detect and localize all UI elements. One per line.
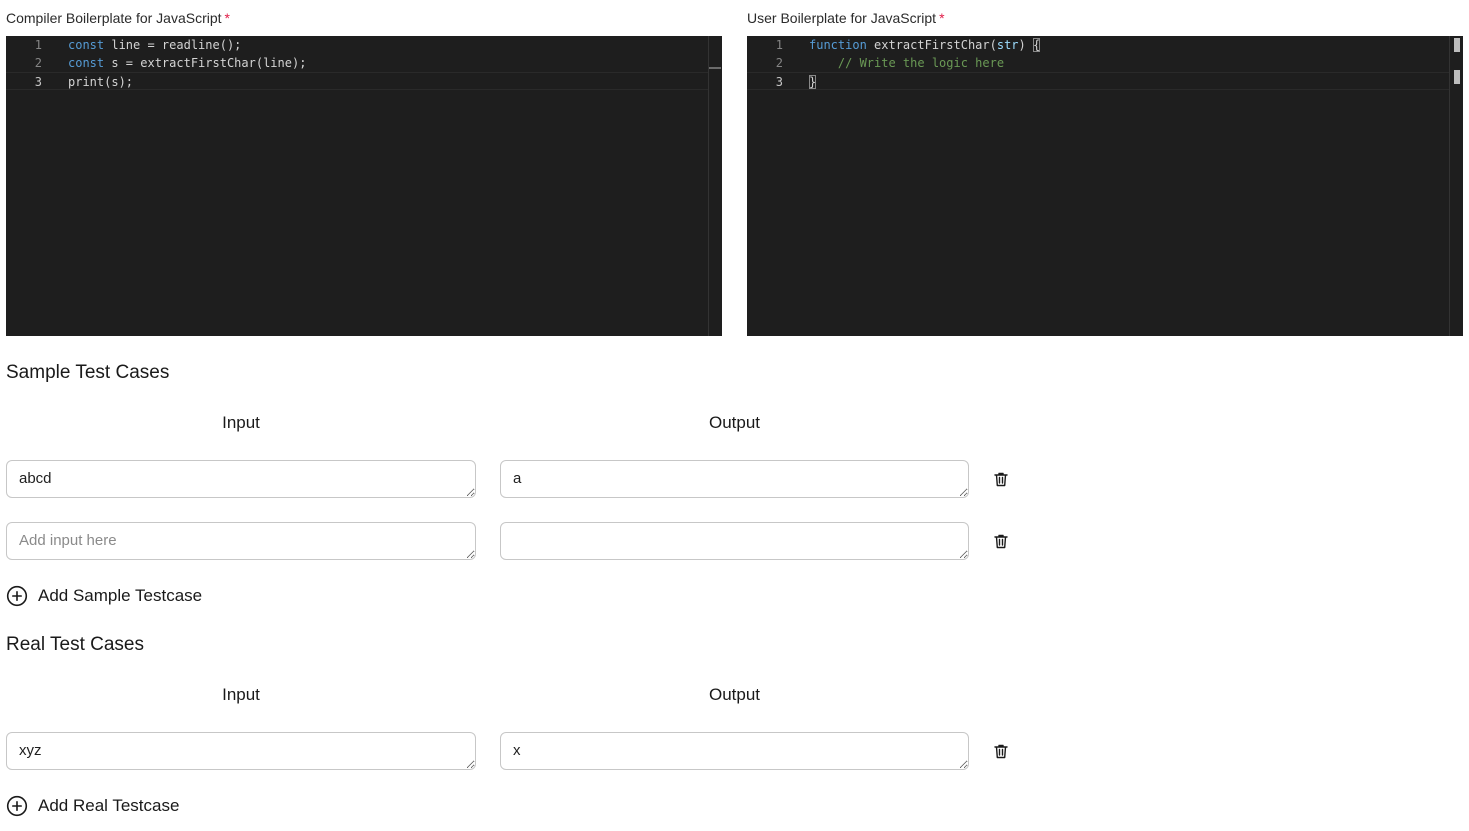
code-token: s = extractFirstChar(line); bbox=[104, 56, 307, 70]
required-mark: * bbox=[224, 10, 230, 26]
add-sample-testcase-button[interactable]: Add Sample Testcase bbox=[6, 585, 202, 607]
plus-circle-icon bbox=[6, 585, 28, 607]
code-token: line = readline(); bbox=[104, 38, 242, 52]
code-token: // Write the logic here bbox=[809, 56, 1005, 70]
editor-scrollbar[interactable] bbox=[708, 36, 722, 336]
line-number: 2 bbox=[34, 56, 42, 70]
compiler-editor-label: Compiler Boilerplate for JavaScript * bbox=[6, 10, 230, 26]
real-input-field[interactable] bbox=[6, 732, 476, 770]
trash-icon bbox=[994, 534, 1008, 548]
code-token: str bbox=[996, 38, 1019, 52]
code-line[interactable]: 2 const s = extractFirstChar(line); bbox=[6, 54, 708, 72]
line-number: 2 bbox=[775, 56, 783, 70]
real-output-header: Output bbox=[708, 685, 761, 704]
code-token: { bbox=[1032, 38, 1041, 52]
code-line[interactable]: 1 function extractFirstChar(str) { bbox=[747, 36, 1449, 54]
add-sample-testcase-label: Add Sample Testcase bbox=[38, 586, 203, 605]
line-number: 3 bbox=[775, 75, 783, 89]
compiler-code-editor[interactable]: 1 const line = readline(); 2 const s = extr… bbox=[6, 36, 722, 336]
code-text: function extractFirstChar(str) { bbox=[809, 36, 1041, 54]
code-token: function bbox=[809, 38, 867, 52]
sample-tests-title: Sample Test Cases bbox=[6, 362, 170, 383]
overview-ruler-mark bbox=[1454, 38, 1460, 52]
trash-icon bbox=[994, 744, 1008, 758]
code-line[interactable]: 2 // Write the logic here bbox=[747, 54, 1449, 72]
sample-row-1-input-wrap bbox=[6, 460, 476, 503]
sample-input-field[interactable] bbox=[6, 460, 476, 498]
scrollbar-thumb[interactable] bbox=[709, 67, 721, 69]
code-text: const s = extractFirstChar(line); bbox=[68, 54, 306, 72]
line-number: 3 bbox=[34, 75, 42, 89]
code-token: ) bbox=[1018, 38, 1033, 52]
sample-input-field[interactable] bbox=[6, 522, 476, 560]
code-line[interactable]: 1 const line = readline(); bbox=[6, 36, 708, 54]
code-line[interactable]: 3 print(s); bbox=[6, 72, 708, 90]
line-number: 1 bbox=[34, 38, 42, 52]
sample-output-header: Output bbox=[708, 413, 761, 432]
code-token: const bbox=[68, 56, 105, 70]
delete-real-testcase-button[interactable] bbox=[992, 742, 1010, 760]
sample-row-2-output-wrap bbox=[500, 522, 969, 565]
add-real-testcase-label: Add Real Testcase bbox=[38, 796, 180, 815]
code-token: print(s); bbox=[68, 75, 134, 89]
code-text: // Write the logic here bbox=[809, 54, 1004, 72]
line-number: 1 bbox=[775, 38, 783, 52]
editor-scrollbar[interactable] bbox=[1449, 36, 1463, 336]
code-text: print(s); bbox=[68, 73, 133, 91]
required-mark: * bbox=[939, 10, 945, 26]
sample-output-field[interactable] bbox=[500, 522, 969, 560]
delete-sample-testcase-button[interactable] bbox=[992, 470, 1010, 488]
add-real-testcase-button[interactable]: Add Real Testcase bbox=[6, 795, 179, 817]
sample-row-2-input-wrap bbox=[6, 522, 476, 565]
code-line[interactable]: 3} bbox=[747, 72, 1449, 90]
overview-ruler-mark bbox=[1454, 70, 1460, 84]
delete-sample-testcase-button[interactable] bbox=[992, 532, 1010, 550]
plus-circle-icon bbox=[6, 795, 28, 817]
user-code-editor[interactable]: 1 function extractFirstChar(str) {2 // Wr… bbox=[747, 36, 1463, 336]
code-text: const line = readline(); bbox=[68, 36, 241, 54]
real-input-header: Input bbox=[222, 685, 260, 704]
trash-icon bbox=[994, 472, 1008, 486]
sample-row-1-output-wrap bbox=[500, 460, 969, 503]
real-row-1-input-wrap bbox=[6, 732, 476, 775]
code-text: } bbox=[809, 73, 817, 91]
code-token: const bbox=[68, 38, 105, 52]
user-editor-label-text: User Boilerplate for JavaScript bbox=[747, 10, 937, 26]
sample-input-header: Input bbox=[222, 413, 260, 432]
code-token: } bbox=[809, 75, 817, 89]
real-row-1-output-wrap bbox=[500, 732, 969, 775]
real-tests-title: Real Test Cases bbox=[6, 634, 144, 655]
user-editor-label: User Boilerplate for JavaScript * bbox=[747, 10, 945, 26]
code-token: extractFirstChar( bbox=[866, 38, 997, 52]
real-output-field[interactable] bbox=[500, 732, 969, 770]
sample-output-field[interactable] bbox=[500, 460, 969, 498]
compiler-editor-label-text: Compiler Boilerplate for JavaScript bbox=[6, 10, 222, 26]
